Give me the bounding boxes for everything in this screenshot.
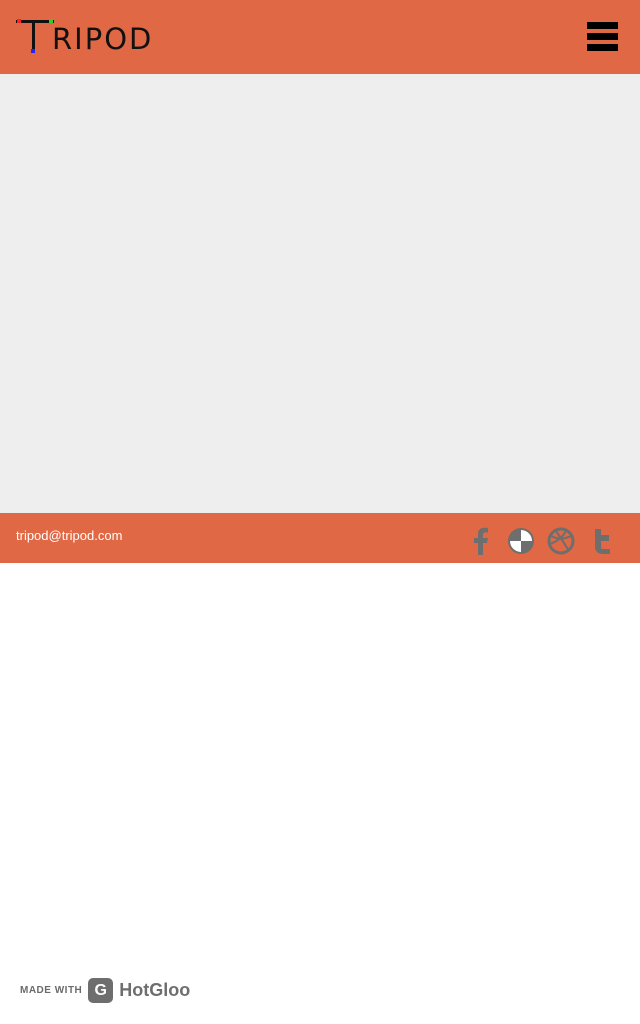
facebook-icon[interactable] — [466, 527, 496, 555]
made-with-badge[interactable]: MADE WITH G HotGloo — [20, 978, 190, 1003]
social-links — [466, 527, 616, 555]
dribbble-icon[interactable] — [546, 527, 576, 555]
picasa-icon[interactable] — [506, 527, 536, 555]
made-with-label: MADE WITH — [20, 985, 83, 996]
hero-panel — [0, 74, 640, 513]
site-footer: tripod@tripod.com — [0, 513, 640, 563]
hotgloo-brand-text: HotGloo — [119, 980, 191, 1000]
logo-t-mark — [16, 18, 54, 54]
tumblr-icon[interactable] — [586, 527, 616, 555]
logo[interactable]: RIPOD — [16, 16, 153, 54]
hotgloo-logo-icon: G — [88, 978, 114, 1003]
hamburger-icon — [587, 22, 618, 29]
menu-button[interactable] — [587, 22, 619, 52]
logo-text: RIPOD — [52, 22, 154, 56]
email-link[interactable]: tripod@tripod.com — [16, 528, 122, 543]
site-header: RIPOD — [0, 0, 640, 74]
